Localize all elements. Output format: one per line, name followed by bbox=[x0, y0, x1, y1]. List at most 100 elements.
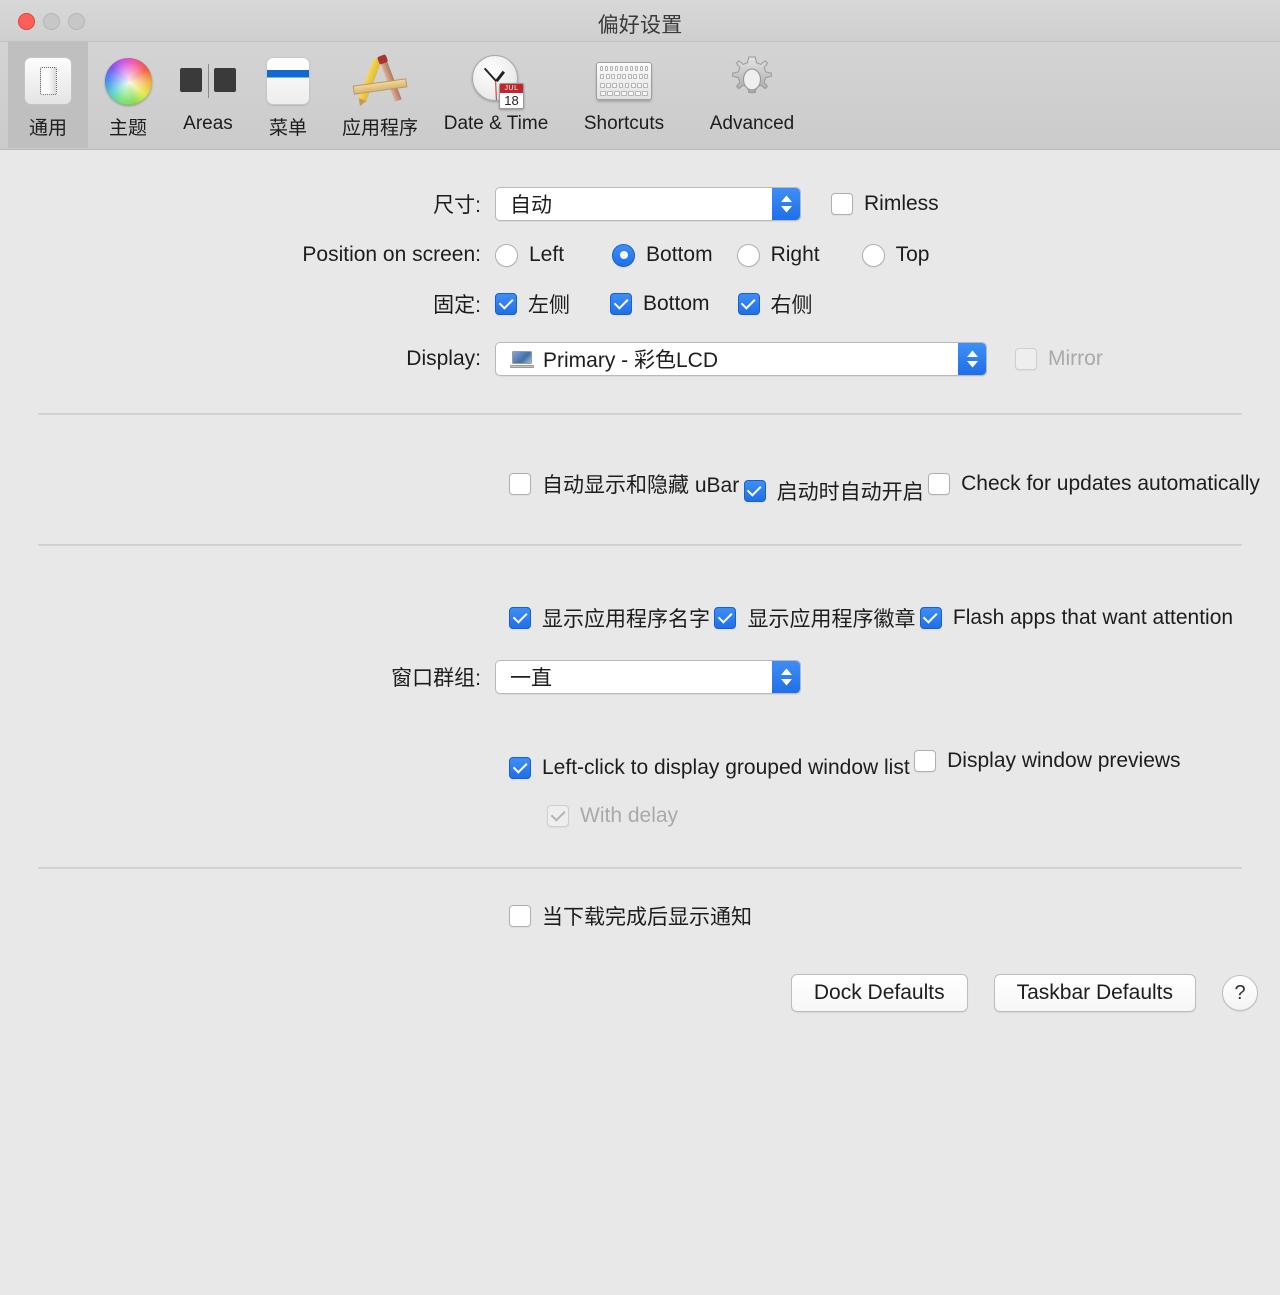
check-updates-checkbox[interactable]: Check for updates automatically bbox=[928, 472, 1260, 496]
show-app-names-checkbox-box[interactable] bbox=[509, 607, 531, 629]
radio-position-left[interactable]: Left bbox=[495, 243, 564, 267]
flash-apps-checkbox[interactable]: Flash apps that want attention bbox=[919, 606, 1234, 630]
applications-icon bbox=[350, 51, 410, 111]
show-app-names-checkbox[interactable]: 显示应用程序名字 bbox=[509, 603, 710, 633]
window-title: 偏好设置 bbox=[597, 14, 683, 37]
radio-position-top-label: Top bbox=[895, 243, 930, 266]
tab-shortcuts[interactable]: Shortcuts bbox=[560, 42, 688, 148]
check-updates-checkbox-box[interactable] bbox=[928, 473, 951, 495]
size-popup-value: 自动 bbox=[510, 194, 552, 217]
tab-shortcuts-label: Shortcuts bbox=[583, 113, 665, 134]
radio-position-right-label: Right bbox=[770, 243, 820, 266]
tab-advanced[interactable]: Advanced bbox=[688, 42, 816, 148]
calendar-day-label: 18 bbox=[504, 93, 519, 108]
tab-general[interactable]: 通用 bbox=[8, 42, 88, 148]
gear-icon bbox=[722, 51, 782, 111]
display-popup-button[interactable]: Primary - 彩色LCD bbox=[495, 342, 987, 376]
calendar-month-label: JUL bbox=[500, 84, 523, 93]
tab-applications[interactable]: 应用程序 bbox=[328, 42, 432, 148]
tab-general-label: 通用 bbox=[28, 118, 67, 139]
pinned-bottom-checkbox-box[interactable] bbox=[610, 293, 632, 315]
rimless-checkbox[interactable]: Rimless bbox=[831, 192, 939, 216]
rimless-checkbox-box[interactable] bbox=[831, 193, 853, 215]
with-delay-checkbox: With delay bbox=[547, 804, 678, 828]
with-delay-checkbox-box bbox=[547, 805, 569, 827]
position-on-screen-label: Position on screen: bbox=[302, 243, 481, 266]
display-window-previews-checkbox[interactable]: Display window previews bbox=[914, 749, 1181, 773]
tab-theme[interactable]: 主题 bbox=[88, 42, 168, 148]
taskbar-defaults-button[interactable]: Taskbar Defaults bbox=[993, 974, 1196, 1012]
auto-hide-ubar-label: 自动显示和隐藏 uBar bbox=[542, 474, 740, 497]
size-popup-stepper-icon[interactable] bbox=[772, 188, 800, 220]
pinned-bottom-label: Bottom bbox=[643, 292, 710, 315]
radio-position-left-label: Left bbox=[529, 243, 565, 266]
display-popup-value: Primary - 彩色LCD bbox=[543, 349, 719, 372]
radio-position-bottom[interactable]: Bottom bbox=[612, 243, 713, 267]
tab-date-time[interactable]: JUL 18 Date & Time bbox=[432, 42, 560, 148]
download-complete-notification-checkbox-box[interactable] bbox=[509, 905, 531, 927]
preferences-toolbar: 通用 主题 Areas 菜单 应用程序 JUL 18 Date & Time S… bbox=[0, 42, 1280, 150]
keyboard-icon bbox=[594, 51, 654, 111]
pinned-bottom-checkbox[interactable]: Bottom bbox=[610, 292, 710, 316]
tab-areas-label: Areas bbox=[183, 113, 233, 134]
tab-date-time-label: Date & Time bbox=[443, 113, 549, 134]
radio-position-bottom-dot[interactable] bbox=[612, 243, 636, 267]
size-label: 尺寸: bbox=[433, 194, 481, 217]
dock-defaults-button[interactable]: Dock Defaults bbox=[790, 974, 968, 1012]
rimless-label: Rimless bbox=[864, 192, 939, 215]
display-window-previews-checkbox-box[interactable] bbox=[914, 750, 937, 772]
position-on-screen-row: Position on screen: Left Bottom Right To… bbox=[0, 243, 1280, 267]
window-titlebar: 偏好设置 bbox=[0, 0, 1280, 42]
auto-hide-ubar-checkbox-box[interactable] bbox=[509, 473, 531, 495]
section-3-group: 显示应用程序名字 显示应用程序徽章 Flash apps that want a… bbox=[0, 546, 1280, 633]
pinned-left-label: 左侧 bbox=[528, 294, 570, 317]
radio-position-right[interactable]: Right bbox=[736, 243, 820, 267]
general-switch-icon bbox=[18, 51, 78, 111]
flash-apps-checkbox-box[interactable] bbox=[919, 607, 942, 629]
help-button[interactable]: ? bbox=[1222, 975, 1258, 1011]
window-group-popup-button[interactable]: 一直 bbox=[495, 660, 801, 694]
tab-applications-label: 应用程序 bbox=[341, 118, 418, 139]
section-2-group: 自动显示和隐藏 uBar 启动时自动开启 Check for updates a… bbox=[0, 415, 1280, 506]
clock-calendar-icon: JUL 18 bbox=[466, 51, 526, 111]
radio-position-left-dot[interactable] bbox=[495, 243, 518, 267]
section-4-group: 当下载完成后显示通知 bbox=[0, 869, 1280, 932]
show-app-badges-label: 显示应用程序徽章 bbox=[747, 608, 916, 631]
menu-window-icon bbox=[258, 51, 318, 111]
pinned-right-checkbox[interactable]: 右侧 bbox=[737, 289, 813, 319]
left-click-grouped-list-checkbox[interactable]: Left-click to display grouped window lis… bbox=[509, 756, 910, 780]
radio-position-top[interactable]: Top bbox=[861, 243, 930, 267]
size-row: 尺寸: 自动 Rimless bbox=[0, 187, 1280, 221]
tab-areas[interactable]: Areas bbox=[168, 42, 248, 148]
window-group-popup-value: 一直 bbox=[510, 667, 552, 690]
tab-menu[interactable]: 菜单 bbox=[248, 42, 328, 148]
launch-at-startup-checkbox[interactable]: 启动时自动开启 bbox=[743, 476, 924, 506]
size-popup-button[interactable]: 自动 bbox=[495, 187, 801, 221]
pinned-left-checkbox-box[interactable] bbox=[495, 293, 517, 315]
areas-blocks-icon bbox=[178, 51, 238, 111]
color-wheel-icon bbox=[98, 51, 158, 111]
pinned-right-label: 右侧 bbox=[770, 294, 813, 317]
download-complete-notification-checkbox[interactable]: 当下载完成后显示通知 bbox=[509, 901, 752, 931]
display-window-previews-label: Display window previews bbox=[947, 749, 1181, 772]
radio-position-top-dot[interactable] bbox=[861, 243, 885, 267]
pinned-right-checkbox-box[interactable] bbox=[737, 293, 760, 315]
display-popup-stepper-icon[interactable] bbox=[958, 343, 986, 375]
show-app-badges-checkbox-box[interactable] bbox=[714, 607, 737, 629]
left-click-grouped-list-label: Left-click to display grouped window lis… bbox=[542, 756, 910, 779]
display-row: Display: Primary - 彩色LCD Mirror bbox=[0, 342, 1280, 376]
auto-hide-ubar-checkbox[interactable]: 自动显示和隐藏 uBar bbox=[509, 469, 739, 499]
left-click-grouped-list-checkbox-box[interactable] bbox=[509, 757, 531, 779]
show-app-badges-checkbox[interactable]: 显示应用程序徽章 bbox=[714, 603, 915, 633]
radio-position-right-dot[interactable] bbox=[736, 243, 760, 267]
launch-at-startup-checkbox-box[interactable] bbox=[743, 480, 766, 502]
check-updates-label: Check for updates automatically bbox=[961, 472, 1260, 495]
download-complete-notification-label: 当下载完成后显示通知 bbox=[542, 906, 752, 929]
pinned-left-checkbox[interactable]: 左侧 bbox=[495, 289, 570, 319]
tab-menu-label: 菜单 bbox=[268, 118, 307, 139]
window-group-popup-stepper-icon[interactable] bbox=[772, 661, 800, 693]
show-app-names-label: 显示应用程序名字 bbox=[542, 608, 710, 631]
mirror-label: Mirror bbox=[1048, 347, 1103, 370]
flash-apps-label: Flash apps that want attention bbox=[952, 606, 1234, 629]
mirror-checkbox-box bbox=[1015, 348, 1037, 370]
